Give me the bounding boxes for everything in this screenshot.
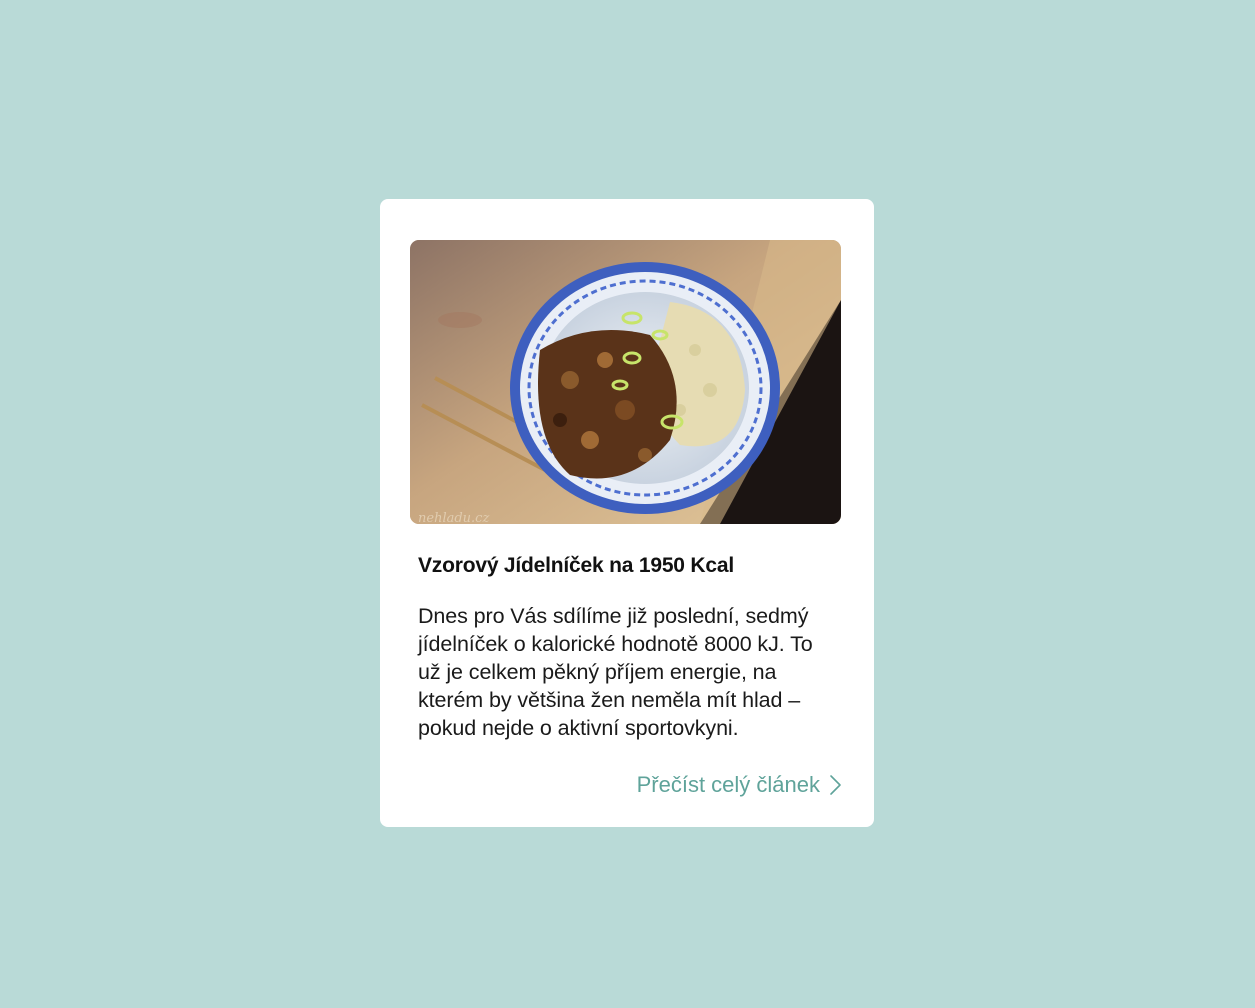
image-watermark: nehladu.cz [418,511,489,524]
article-excerpt: Dnes pro Vás sdílíme již poslední, sedmý… [418,604,813,740]
article-image[interactable]: nehladu.cz [410,240,841,524]
read-more-link[interactable]: Přečíst celý článek [637,772,842,798]
article-title[interactable]: Vzorový Jídelníček na 1950 Kcal [418,551,848,581]
article-card: nehladu.cz Vzorový Jídelníček na 1950 Kc… [380,199,874,827]
read-more-label: Přečíst celý článek [636,772,820,797]
chevron-right-icon [828,774,842,796]
